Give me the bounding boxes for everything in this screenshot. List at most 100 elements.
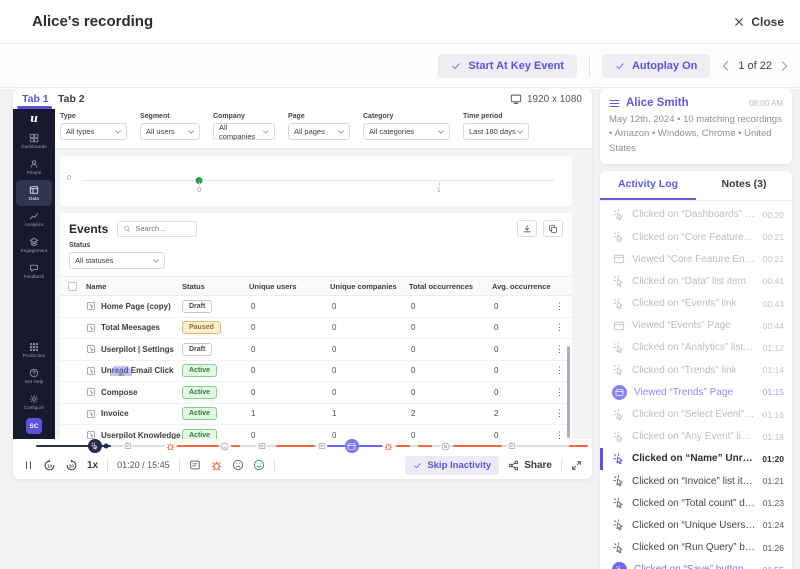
playback-speed-button[interactable]: 1x [87, 460, 98, 471]
activity-log-item[interactable]: Viewed “Trends” Page 01:15 [600, 381, 792, 403]
activity-log-item[interactable]: Clicked on “Events” link 00:43 [600, 293, 792, 315]
tab-notes[interactable]: Notes (3) [696, 171, 792, 200]
skip-inactivity-toggle[interactable]: Skip Inactivity [405, 455, 500, 475]
previous-recording-button[interactable] [722, 60, 729, 71]
timeline-segment-orange [276, 445, 315, 447]
sidebar-item-production[interactable]: Production [16, 337, 52, 363]
timeline-marker-note[interactable] [506, 441, 517, 451]
happy-marker-toggle[interactable] [253, 459, 265, 471]
timeline-segment-orange [452, 445, 503, 447]
timeline-marker-bug[interactable] [164, 440, 176, 452]
table-row[interactable]: Compose Active 0 0 0 0 ⋮ [60, 382, 572, 404]
timeline-marker-page[interactable] [344, 439, 359, 453]
activity-log-item[interactable]: Clicked on “Save” button 01:55 [600, 559, 792, 569]
sadx-icon [441, 442, 449, 450]
table-row[interactable]: Userpilot Knowledge ... Active 0 0 0 0 ⋮ [60, 425, 572, 439]
sidebar-item-get-help[interactable]: Get Help [16, 363, 52, 389]
copy-button[interactable] [543, 220, 563, 237]
events-table-header: Name Status Unique users Unique companies To… [60, 276, 572, 296]
notes-marker-toggle[interactable] [189, 459, 201, 471]
download-button[interactable] [517, 220, 537, 237]
neutral-icon [220, 442, 229, 450]
sidebar-item-data[interactable]: Data [16, 180, 52, 206]
mini-app-main: Type All types Segment All users Company… [55, 109, 592, 439]
activity-log-item[interactable]: Clicked on “Total count” dropdown 01:23 [600, 492, 792, 514]
share-label: Share [524, 459, 552, 471]
timeline-marker-dot[interactable] [103, 443, 109, 449]
timeline-marker-note[interactable] [316, 441, 327, 451]
timeline-marker-note[interactable] [257, 441, 268, 451]
search-input[interactable] [135, 224, 192, 233]
metric-value: 0 [494, 301, 499, 311]
timeline-marker-sadx[interactable] [440, 441, 451, 451]
tab-2[interactable]: Tab 2 [58, 93, 94, 105]
filter-select[interactable]: All types [60, 123, 127, 140]
activity-log-item[interactable]: Clicked on “Analytics” list item 01:12 [600, 337, 792, 359]
timeline-marker-note[interactable] [123, 441, 134, 451]
tab-1[interactable]: Tab 1 [22, 93, 58, 105]
activity-log-item[interactable]: Viewed “Events” Page 00:44 [600, 315, 792, 337]
sidebar-item-configure[interactable]: Configure [16, 389, 52, 415]
select-all-checkbox[interactable] [68, 281, 77, 291]
sidebar-item-people[interactable]: People [16, 154, 52, 180]
activity-log-item[interactable]: Clicked on “Data” list item 00:41 [600, 270, 792, 292]
row-menu-button[interactable]: ⋮ [552, 322, 572, 333]
sidebar-item-analytics[interactable]: Analytics [16, 206, 52, 232]
sidebar-item-feedback[interactable]: Feedback [16, 258, 52, 284]
activity-log-item[interactable]: Clicked on “Unique Users” list item 01:2… [600, 514, 792, 536]
filter-select[interactable]: All categories [363, 123, 450, 140]
activity-log-item[interactable]: Clicked on “Any Event” list item 01:18 [600, 426, 792, 448]
start-at-key-event-button[interactable]: Start At Key Event [438, 53, 577, 78]
activity-log-item[interactable]: Clicked on “Core Feature Engagem... 00:2… [600, 226, 792, 248]
activity-log-item[interactable]: Clicked on “Select Event” dropdown 01:16 [600, 403, 792, 425]
table-row[interactable]: Home Page (copy) Draft 0 0 0 0 ⋮ [60, 296, 572, 318]
playback-timeline[interactable] [13, 439, 592, 453]
tab-activity-log[interactable]: Activity Log [600, 171, 696, 200]
fullscreen-button[interactable] [571, 460, 582, 471]
metric-value: 0 [494, 366, 499, 376]
table-row[interactable]: Invoice Active 1 1 2 2 ⋮ [60, 403, 572, 425]
click-icon [612, 209, 622, 221]
table-row[interactable]: Unread Email Click Active 0 0 0 0 ⋮ [60, 360, 572, 382]
activity-log-item[interactable]: Clicked on “Trends” link 01:14 [600, 359, 792, 381]
visitor-name[interactable]: Alice Smith [626, 97, 689, 109]
table-row[interactable]: Total Meesages Paused 0 0 0 0 ⋮ [60, 317, 572, 339]
active-tab-underline [17, 106, 52, 109]
rewind-10-icon[interactable]: 10 [43, 459, 56, 472]
sidebar-item-dashboards[interactable]: Dashboards [16, 128, 52, 154]
activity-log-item[interactable]: Clicked on “Invoice” list item 01:21 [600, 470, 792, 492]
activity-timestamp: 01:21 [762, 476, 784, 487]
sidebar-item-engagement[interactable]: Engagement [16, 232, 52, 258]
status-filter-select[interactable]: All statuses [69, 252, 165, 269]
click-icon [612, 431, 622, 443]
pause-button[interactable] [23, 459, 34, 471]
status-badge: Active [182, 364, 218, 378]
activity-log-list: Clicked on “Dashboards” list item 00:20C… [600, 201, 792, 569]
next-recording-button[interactable] [781, 60, 788, 71]
close-button[interactable]: Close [734, 15, 784, 29]
filter-select[interactable]: All companies [213, 123, 275, 141]
timeline-marker-playhead[interactable] [88, 439, 103, 453]
row-menu-button[interactable]: ⋮ [552, 301, 572, 312]
check-icon [413, 461, 422, 470]
activity-log-item[interactable]: Clicked on “Run Query” button 01:26 [600, 537, 792, 559]
activity-log-item[interactable]: Clicked on “Name” Unread Email C... 01:2… [600, 447, 792, 470]
autoplay-toggle[interactable]: Autoplay On [601, 53, 711, 78]
metric-value: 0 [251, 323, 256, 333]
filter-select[interactable]: Last 180 days [463, 123, 529, 140]
avatar[interactable]: SC [26, 418, 42, 434]
activity-log-item[interactable]: Clicked on “Dashboards” list item 00:20 [600, 204, 792, 226]
timeline-marker-neutral[interactable] [219, 441, 230, 451]
table-row[interactable]: Userpilot | Settings Draft 0 0 0 0 ⋮ [60, 339, 572, 361]
filter-select[interactable]: All users [140, 123, 200, 140]
forward-10-icon[interactable]: 10 [65, 459, 78, 472]
events-search[interactable] [117, 220, 198, 237]
table-scrollbar[interactable] [567, 346, 570, 438]
filter-select[interactable]: All pages [288, 123, 350, 140]
frustration-marker-toggle[interactable] [232, 459, 244, 471]
tag-icon [86, 302, 96, 311]
activity-log-item[interactable]: Viewed “Core Feature Engagment” 00:21 [600, 248, 792, 270]
errors-marker-toggle[interactable] [210, 459, 223, 472]
share-button[interactable]: Share [508, 460, 552, 471]
timeline-marker-bug[interactable] [382, 440, 394, 452]
